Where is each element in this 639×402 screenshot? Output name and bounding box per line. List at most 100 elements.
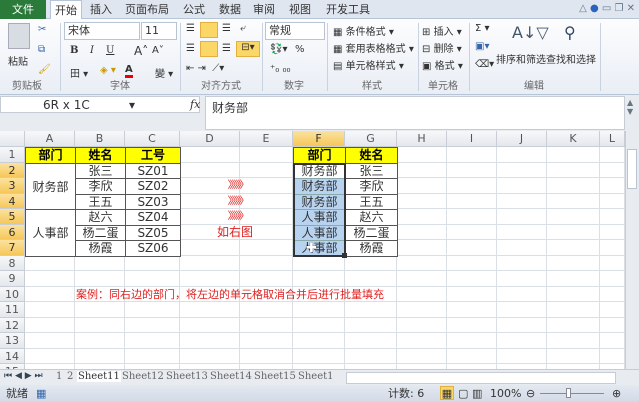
format-button[interactable]: ▣ 格式 ▾ <box>422 57 463 72</box>
header-cell[interactable]: 工号 <box>125 147 181 164</box>
table-format-button[interactable]: ▦ 套用表格格式 ▾ <box>333 40 414 55</box>
bold-button[interactable]: B <box>70 45 78 56</box>
sheet-nav-arrows[interactable]: ⏮ ◀ ▶ ⏭ <box>4 371 43 381</box>
name-box-dropdown-icon[interactable]: ▾ <box>129 97 135 113</box>
find-binoculars-icon[interactable]: ⚲ <box>564 23 576 42</box>
autosum-button[interactable]: Σ ▾ <box>475 23 490 34</box>
tab-6[interactable]: 审阅 <box>248 0 280 19</box>
id-cell[interactable]: SZ06 <box>125 240 181 257</box>
shrink-font-icon[interactable]: A˅ <box>152 45 164 56</box>
tab-5[interactable]: 数据 <box>214 0 246 19</box>
sheet-tab-2[interactable]: 2 <box>66 371 74 382</box>
copy-icon[interactable]: ⧉ <box>38 44 45 55</box>
column-header-C[interactable]: C <box>125 131 180 147</box>
align-top-icon[interactable]: ☰ <box>186 23 195 34</box>
column-header-D[interactable]: D <box>180 131 240 147</box>
row-header-5[interactable]: 5 <box>0 209 25 225</box>
tab-3[interactable]: 页面布局 <box>120 0 174 19</box>
row-header-8[interactable]: 8 <box>0 255 25 271</box>
id-cell[interactable]: SZ05 <box>125 224 181 241</box>
sheet-tab-Sheet1[interactable]: Sheet1 <box>297 371 335 382</box>
zoom-level[interactable]: 100% <box>490 385 521 402</box>
zoom-out-icon[interactable]: ⊖ <box>526 385 535 402</box>
formula-input[interactable]: 财务部 <box>205 96 625 130</box>
name-cell[interactable]: 赵六 <box>75 209 126 226</box>
currency-icon[interactable]: 💱▾ <box>270 44 287 55</box>
result-name-cell[interactable]: 杨霞 <box>345 240 398 257</box>
horizontal-scrollbar[interactable] <box>346 372 616 384</box>
id-cell[interactable]: SZ02 <box>125 178 181 195</box>
sheet-tab-Sheet12[interactable]: Sheet12 <box>121 371 165 382</box>
column-header-I[interactable]: I <box>447 131 497 147</box>
number-format-select[interactable]: 常规 <box>265 22 325 40</box>
row-header-10[interactable]: 10 <box>0 286 25 302</box>
id-cell[interactable]: SZ01 <box>125 162 181 179</box>
delete-button[interactable]: ⊟ 删除 ▾ <box>422 40 462 55</box>
page-break-icon[interactable]: ▥ <box>472 385 482 402</box>
sheet-tab-Sheet14[interactable]: Sheet14 <box>209 371 253 382</box>
sort-filter-icon[interactable]: A↓▽ <box>512 23 549 42</box>
column-header-B[interactable]: B <box>75 131 125 147</box>
column-header-H[interactable]: H <box>397 131 447 147</box>
cell-style-button[interactable]: ▤ 单元格样式 ▾ <box>333 57 404 72</box>
merged-dept-cell[interactable]: 人事部 <box>25 209 76 257</box>
font-size-select[interactable]: 11 <box>141 22 177 40</box>
tab-0[interactable]: 文件 <box>0 0 46 19</box>
clear-icon[interactable]: ⌫▾ <box>475 59 494 70</box>
tab-2[interactable]: 插入 <box>84 0 118 19</box>
italic-button[interactable]: I <box>90 45 94 56</box>
page-layout-icon[interactable]: ▢ <box>458 385 468 402</box>
fx-button[interactable]: fx <box>190 98 200 111</box>
normal-view-icon[interactable]: ▦ <box>440 386 454 400</box>
merge-center-button[interactable]: ⊟▾ <box>236 41 260 57</box>
align-middle-button[interactable] <box>200 22 218 38</box>
id-cell[interactable]: SZ03 <box>125 193 181 210</box>
column-header-E[interactable]: E <box>240 131 293 147</box>
find-select-button[interactable]: 查找和选择 <box>546 51 596 66</box>
merged-dept-cell[interactable]: 财务部 <box>25 162 76 210</box>
name-cell[interactable]: 王五 <box>75 193 126 210</box>
tab-8[interactable]: 开发工具 <box>320 0 376 19</box>
header-cell[interactable]: 姓名 <box>75 147 126 164</box>
zoom-in-icon[interactable]: ⊕ <box>612 385 621 402</box>
row-header-1[interactable]: 1 <box>0 147 25 163</box>
fill-icon[interactable]: ▣▾ <box>475 41 489 52</box>
tab-4[interactable]: 公式 <box>176 0 212 19</box>
name-cell[interactable]: 张三 <box>75 162 126 179</box>
tab-1[interactable]: 开始 <box>50 0 82 20</box>
fill-handle[interactable] <box>342 252 347 258</box>
sheet-tab-Sheet11[interactable]: Sheet11 <box>77 371 121 382</box>
row-header-9[interactable]: 9 <box>0 271 25 287</box>
cut-icon[interactable]: ✂ <box>38 24 46 35</box>
tab-7[interactable]: 视图 <box>282 0 318 19</box>
id-cell[interactable]: SZ04 <box>125 209 181 226</box>
conditional-format-button[interactable]: ▦ 条件格式 ▾ <box>333 23 394 38</box>
result-header-cell[interactable]: 部门 <box>293 147 346 164</box>
align-bottom-icon[interactable]: ☰ <box>222 23 231 34</box>
underline-button[interactable]: U <box>106 45 114 56</box>
align-right-icon[interactable]: ☰ <box>222 43 231 54</box>
row-header-6[interactable]: 6 <box>0 224 25 240</box>
row-header-7[interactable]: 7 <box>0 240 25 256</box>
row-header-14[interactable]: 14 <box>0 348 25 364</box>
name-cell[interactable]: 李欣 <box>75 178 126 195</box>
result-header-cell[interactable]: 姓名 <box>345 147 398 164</box>
result-name-cell[interactable]: 张三 <box>345 162 398 179</box>
column-header-F[interactable]: F <box>293 131 345 147</box>
window-controls[interactable]: △ ● ▭ ❐ ✕ <box>579 3 635 14</box>
font-name-select[interactable]: 宋体 <box>64 22 140 40</box>
formula-expand-icon[interactable]: ▲ ▼ <box>627 98 633 116</box>
name-box[interactable]: 6R x 1C ▾ <box>0 96 200 113</box>
name-cell[interactable]: 杨二蛋 <box>75 224 126 241</box>
wrap-text-icon[interactable]: ⤶ <box>240 23 246 34</box>
column-header-L[interactable]: L <box>600 131 625 147</box>
grow-font-icon[interactable]: A˄ <box>134 44 148 58</box>
result-name-cell[interactable]: 赵六 <box>345 209 398 226</box>
sheet-tab-Sheet13[interactable]: Sheet13 <box>165 371 209 382</box>
align-left-icon[interactable]: ☰ <box>186 43 195 54</box>
select-all-corner[interactable] <box>0 131 25 147</box>
fill-color-icon[interactable]: ◈ ▾ <box>100 65 116 76</box>
result-name-cell[interactable]: 杨二蛋 <box>345 224 398 241</box>
zoom-slider[interactable] <box>540 393 604 394</box>
paste-icon[interactable] <box>8 23 30 49</box>
